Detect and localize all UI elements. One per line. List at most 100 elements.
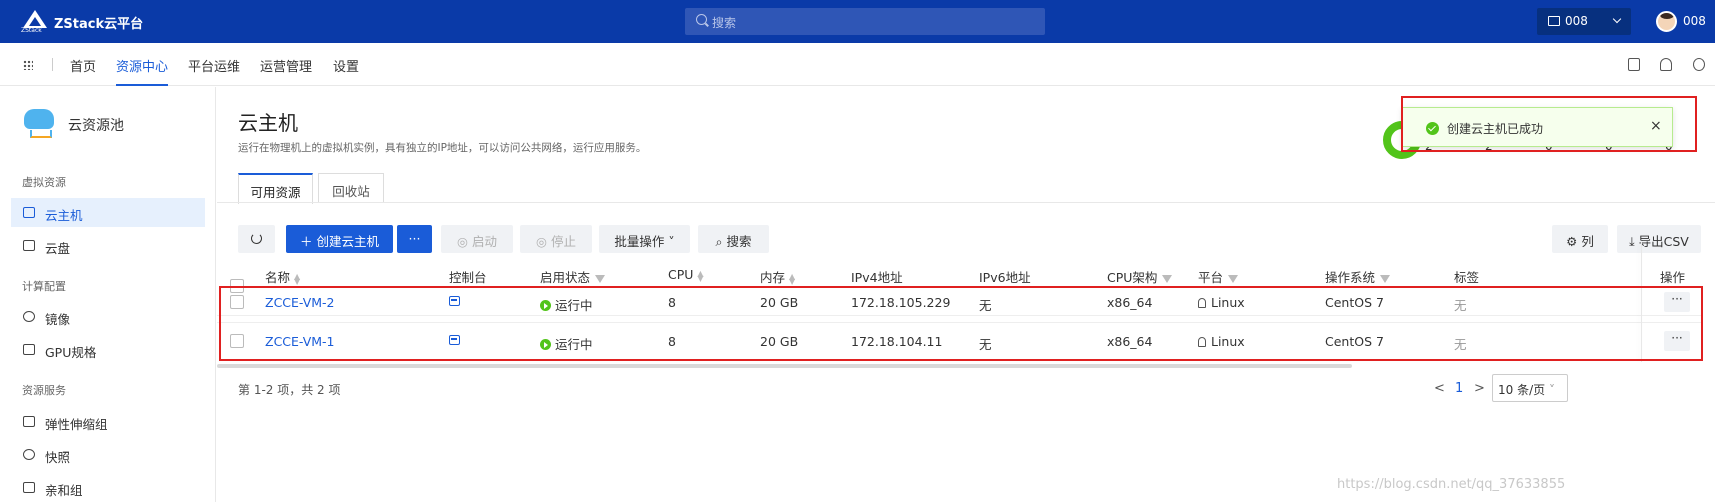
page-size-value: 10 条/页 bbox=[1498, 383, 1546, 397]
chevron-down-icon: ˅ bbox=[664, 234, 675, 249]
column-header-os[interactable]: 操作系统 bbox=[1325, 267, 1391, 286]
logo-text: ZStack bbox=[21, 27, 42, 34]
download-icon: ⤓ bbox=[1629, 234, 1639, 249]
column-header-cpu-arch[interactable]: CPU架构 bbox=[1107, 267, 1173, 286]
column-header-cpu[interactable]: CPU ▲ ▼ bbox=[668, 267, 704, 282]
project-name: 008 bbox=[1565, 14, 1588, 28]
column-header-ipv6: IPv6地址 bbox=[979, 270, 1031, 285]
column-header-tag: 标签 bbox=[1454, 270, 1480, 285]
sidebar-item-autoscaling[interactable]: 弹性伸缩组 bbox=[11, 407, 205, 436]
stop-circle-icon: ◎ bbox=[536, 234, 551, 249]
group-title-services: 资源服务 bbox=[22, 384, 66, 397]
project-selector[interactable]: 008 bbox=[1537, 8, 1631, 35]
camera-icon bbox=[23, 449, 35, 460]
monitor-icon bbox=[23, 207, 35, 218]
bell-icon[interactable] bbox=[1660, 58, 1672, 71]
page-description: 运行在物理机上的虚拟机实例，具有独立的IP地址，可以访问公共网络，运行应用服务。 bbox=[238, 142, 647, 154]
sidebar-item-label: 镜像 bbox=[45, 312, 71, 327]
group-title-compute: 计算配置 bbox=[22, 280, 66, 293]
search-icon: ⌕ bbox=[715, 234, 727, 249]
nav-item-operations[interactable]: 运营管理 bbox=[260, 56, 312, 75]
filter-icon bbox=[595, 274, 606, 283]
tab-available[interactable]: 可用资源 bbox=[238, 173, 313, 204]
filter-icon bbox=[1162, 274, 1173, 283]
rows-highlight-box bbox=[219, 286, 1703, 361]
batch-actions-dropdown[interactable]: 批量操作 ˅ bbox=[599, 225, 690, 253]
scaling-icon bbox=[23, 416, 35, 427]
gear-icon: ⚙ bbox=[1566, 234, 1582, 249]
column-header-memory[interactable]: 内存 ▲ ▼ bbox=[760, 267, 795, 286]
column-header-actions: 操作 bbox=[1660, 270, 1686, 285]
create-vm-button[interactable]: ＋ 创建云主机 bbox=[286, 225, 393, 253]
nav-bar: 首页 资源中心 平台运维 运营管理 设置 bbox=[0, 43, 1715, 86]
filter-icon bbox=[1380, 274, 1391, 283]
folder-icon bbox=[1548, 16, 1560, 26]
page-size-select[interactable]: 10 条/页 ˅ bbox=[1492, 374, 1568, 402]
stop-label: 停止 bbox=[550, 234, 576, 249]
search-placeholder: 搜索 bbox=[712, 16, 737, 30]
refresh-icon bbox=[251, 233, 262, 244]
watermark: https://blog.csdn.net/qq_37633855 bbox=[1337, 477, 1566, 492]
sidebar-item-snapshot[interactable]: 快照 bbox=[11, 440, 205, 469]
sidebar-item-label: 云主机 bbox=[45, 208, 83, 223]
sidebar-item-disk[interactable]: 云盘 bbox=[11, 231, 205, 260]
filter-icon bbox=[1228, 274, 1239, 283]
create-vm-label: 创建云主机 bbox=[316, 234, 379, 249]
tab-recycle-bin[interactable]: 回收站 bbox=[318, 173, 384, 203]
sidebar-item-gpu-spec[interactable]: GPU规格 bbox=[11, 335, 205, 364]
sort-icon: ▲ ▼ bbox=[789, 271, 796, 286]
chevron-down-icon bbox=[1612, 14, 1622, 24]
nav-item-settings[interactable]: 设置 bbox=[333, 56, 359, 75]
refresh-button[interactable] bbox=[238, 225, 275, 253]
sidebar-title: 云资源池 bbox=[68, 118, 124, 134]
start-button[interactable]: ◎ 启动 bbox=[441, 225, 513, 253]
sidebar-item-vm[interactable]: 云主机 bbox=[11, 198, 205, 227]
plus-icon: ＋ bbox=[300, 234, 317, 249]
export-label: 导出CSV bbox=[1638, 234, 1689, 249]
tabs-divider bbox=[217, 202, 1715, 203]
nav-item-platform-ops[interactable]: 平台运维 bbox=[188, 56, 240, 75]
columns-button[interactable]: ⚙ 列 bbox=[1552, 225, 1608, 253]
sidebar-item-image[interactable]: 镜像 bbox=[11, 302, 205, 331]
column-header-ipv4: IPv4地址 bbox=[851, 270, 903, 285]
create-more-button[interactable]: ··· bbox=[397, 225, 432, 253]
nav-active-indicator bbox=[116, 84, 168, 86]
sidebar-item-affinity-group[interactable]: 亲和组 bbox=[11, 473, 205, 502]
prev-page-button[interactable]: < bbox=[1434, 381, 1445, 396]
chevron-down-icon: ˅ bbox=[1545, 383, 1555, 397]
sidebar-item-label: 快照 bbox=[45, 450, 71, 465]
brand-title[interactable]: ZStack云平台 bbox=[54, 13, 143, 32]
sidebar-item-label: GPU规格 bbox=[45, 345, 97, 360]
avatar[interactable] bbox=[1656, 11, 1677, 32]
app-grid-icon[interactable] bbox=[23, 60, 33, 70]
sidebar-item-label: 亲和组 bbox=[45, 483, 83, 498]
batch-label: 批量操作 bbox=[614, 234, 665, 249]
clipboard-icon[interactable] bbox=[1628, 58, 1640, 71]
columns-label: 列 bbox=[1581, 234, 1594, 249]
column-header-status[interactable]: 启用状态 bbox=[540, 267, 606, 286]
username[interactable]: 008 bbox=[1683, 14, 1706, 28]
sort-icon: ▲ ▼ bbox=[697, 268, 704, 283]
export-csv-button[interactable]: ⤓ 导出CSV bbox=[1617, 225, 1701, 253]
column-header-name[interactable]: 名称 ▲ ▼ bbox=[265, 267, 300, 286]
page-title: 云主机 bbox=[238, 111, 298, 135]
stop-button[interactable]: ◎ 停止 bbox=[520, 225, 592, 253]
page-number-current[interactable]: 1 bbox=[1455, 381, 1463, 396]
sidebar-item-label: 云盘 bbox=[45, 241, 71, 256]
next-page-button[interactable]: > bbox=[1474, 381, 1485, 396]
search-button[interactable]: ⌕ 搜索 bbox=[698, 225, 769, 253]
group-title-virtual: 虚拟资源 bbox=[22, 176, 66, 189]
toast-highlight-box bbox=[1401, 96, 1697, 152]
gpu-icon bbox=[23, 344, 35, 355]
nav-item-home[interactable]: 首页 bbox=[70, 56, 96, 75]
pagination-summary: 第 1-2 项，共 2 项 bbox=[238, 383, 341, 397]
global-search-input[interactable]: 搜索 bbox=[685, 8, 1045, 35]
settings-icon[interactable] bbox=[1693, 58, 1705, 71]
top-bar: ZStack ZStack云平台 搜索 008 008 bbox=[0, 0, 1715, 43]
column-header-platform[interactable]: 平台 bbox=[1198, 267, 1239, 286]
cloud-pool-icon bbox=[24, 109, 54, 138]
image-icon bbox=[23, 311, 35, 322]
nav-item-resource-center[interactable]: 资源中心 bbox=[116, 56, 168, 75]
horizontal-scrollbar[interactable] bbox=[217, 364, 1352, 368]
nav-divider bbox=[52, 58, 53, 71]
